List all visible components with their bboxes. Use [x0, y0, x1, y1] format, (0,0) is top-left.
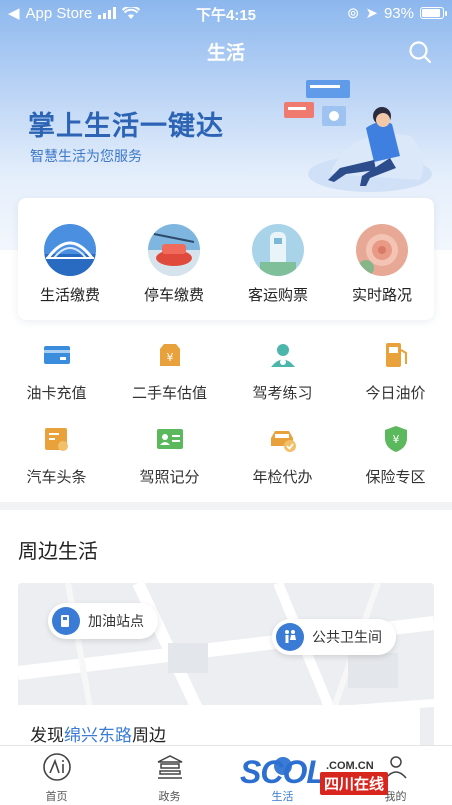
service-label: 停车缴费 — [143, 286, 204, 304]
feature-label: 油卡充值 — [26, 384, 87, 402]
parking-photo-icon — [148, 224, 200, 276]
find-prefix: 发现 — [30, 726, 64, 746]
map-pin-public-toilet[interactable]: 公共卫生间 — [272, 619, 396, 655]
toilet-icon — [276, 623, 304, 651]
search-icon[interactable] — [408, 40, 432, 64]
tab-government[interactable]: 政务 — [113, 746, 226, 805]
nearby-section-title: 周边生活 — [18, 539, 98, 563]
watermark-brand: SCOL — [240, 754, 326, 790]
license-points-icon — [156, 429, 183, 449]
quick-service-card: 生活缴费 停车缴费 客运购票 实时路况 — [18, 198, 434, 320]
find-road: 绵兴东路 — [64, 726, 132, 746]
battery-percent: 93% — [383, 4, 414, 22]
tab-home[interactable]: 首页 — [0, 746, 113, 805]
fuel-card-icon — [43, 346, 70, 364]
feature-label: 驾考练习 — [252, 384, 313, 402]
feature-fuel-card-recharge[interactable]: 油卡充值 — [0, 334, 113, 418]
insurance-icon: ¥ — [384, 426, 407, 452]
feature-label: 今日油价 — [365, 384, 426, 402]
government-building-icon — [157, 755, 182, 779]
feature-label: 年检代办 — [252, 468, 313, 486]
service-bus-ticket[interactable]: 客运购票 — [226, 198, 330, 320]
location-arrow-icon: ➤ — [365, 5, 378, 22]
tab-label: 政务 — [158, 790, 181, 803]
service-label: 生活缴费 — [39, 286, 100, 304]
feature-license-points[interactable]: 驾照记分 — [113, 418, 226, 502]
feature-annual-inspection[interactable]: 年检代办 — [226, 418, 339, 502]
bus-ticket-photo-icon — [252, 224, 304, 276]
relaxing-person-illustration — [284, 80, 432, 192]
pin-label: 加油站点 — [88, 614, 144, 630]
annual-inspection-icon — [270, 431, 296, 452]
service-label: 实时路况 — [351, 286, 412, 304]
svg-text:¥: ¥ — [166, 351, 173, 364]
map-pin-gas-station[interactable]: 加油站点 — [48, 603, 158, 639]
service-parking-payment[interactable]: 停车缴费 — [122, 198, 226, 320]
service-realtime-traffic[interactable]: 实时路况 — [330, 198, 434, 320]
feature-label: 汽车头条 — [26, 468, 87, 486]
service-life-payment[interactable]: 生活缴费 — [18, 198, 122, 320]
nav-bar: 生活 — [0, 30, 452, 70]
car-news-icon — [44, 428, 68, 451]
battery-icon — [420, 7, 447, 19]
gas-station-icon — [52, 607, 80, 635]
feature-car-news[interactable]: 汽车头条 — [0, 418, 113, 502]
feature-used-car-valuation[interactable]: ¥ 二手车估值 — [113, 334, 226, 418]
watermark-domain: .COM.CN — [326, 760, 374, 772]
battery-fill — [422, 9, 440, 17]
feature-today-fuel-price[interactable]: 今日油价 — [339, 334, 452, 418]
status-bar: ◀ App Store 下午4:15 ⊚ ➤ 93% — [0, 0, 452, 26]
driving-test-icon — [270, 344, 295, 367]
find-suffix: 周边 — [132, 726, 166, 746]
used-car-value-icon: ¥ — [159, 344, 180, 366]
scol-watermark-logo: SCOL .COM.CN 四川在线 — [240, 754, 440, 795]
section-divider — [0, 502, 452, 510]
nearby-find-text: 发现绵兴东路周边 — [30, 721, 166, 746]
feature-row: 油卡充值 ¥ 二手车估值 驾考练习 今日油价 — [0, 334, 452, 418]
tab-label: 首页 — [45, 790, 68, 803]
feature-label: 二手车估值 — [131, 384, 207, 402]
feature-row: 汽车头条 驾照记分 年检代办 ¥ 保险专区 — [0, 418, 452, 502]
fuel-price-icon — [385, 343, 407, 367]
feature-label: 驾照记分 — [139, 468, 200, 486]
watermark-cn: 四川在线 — [320, 772, 389, 795]
bridge-photo-icon — [44, 224, 96, 276]
traffic-photo-icon — [356, 224, 408, 276]
feature-grid: 油卡充值 ¥ 二手车估值 驾考练习 今日油价 汽车头条 驾照记分 年检代办 ¥ … — [0, 334, 452, 502]
rotation-lock-icon: ⊚ — [346, 5, 360, 22]
service-label: 客运购票 — [247, 286, 308, 304]
svg-text:¥: ¥ — [392, 433, 399, 446]
hero-subtitle: 智慧生活为您服务 — [30, 149, 142, 165]
page-title: 生活 — [206, 42, 245, 64]
pin-label: 公共卫生间 — [312, 630, 382, 646]
hero-title: 掌上生活一键达 — [28, 111, 224, 142]
feature-insurance-zone[interactable]: ¥ 保险专区 — [339, 418, 452, 502]
ai-logo-icon — [42, 753, 71, 781]
feature-driving-test-practice[interactable]: 驾考练习 — [226, 334, 339, 418]
feature-label: 保险专区 — [365, 468, 426, 486]
